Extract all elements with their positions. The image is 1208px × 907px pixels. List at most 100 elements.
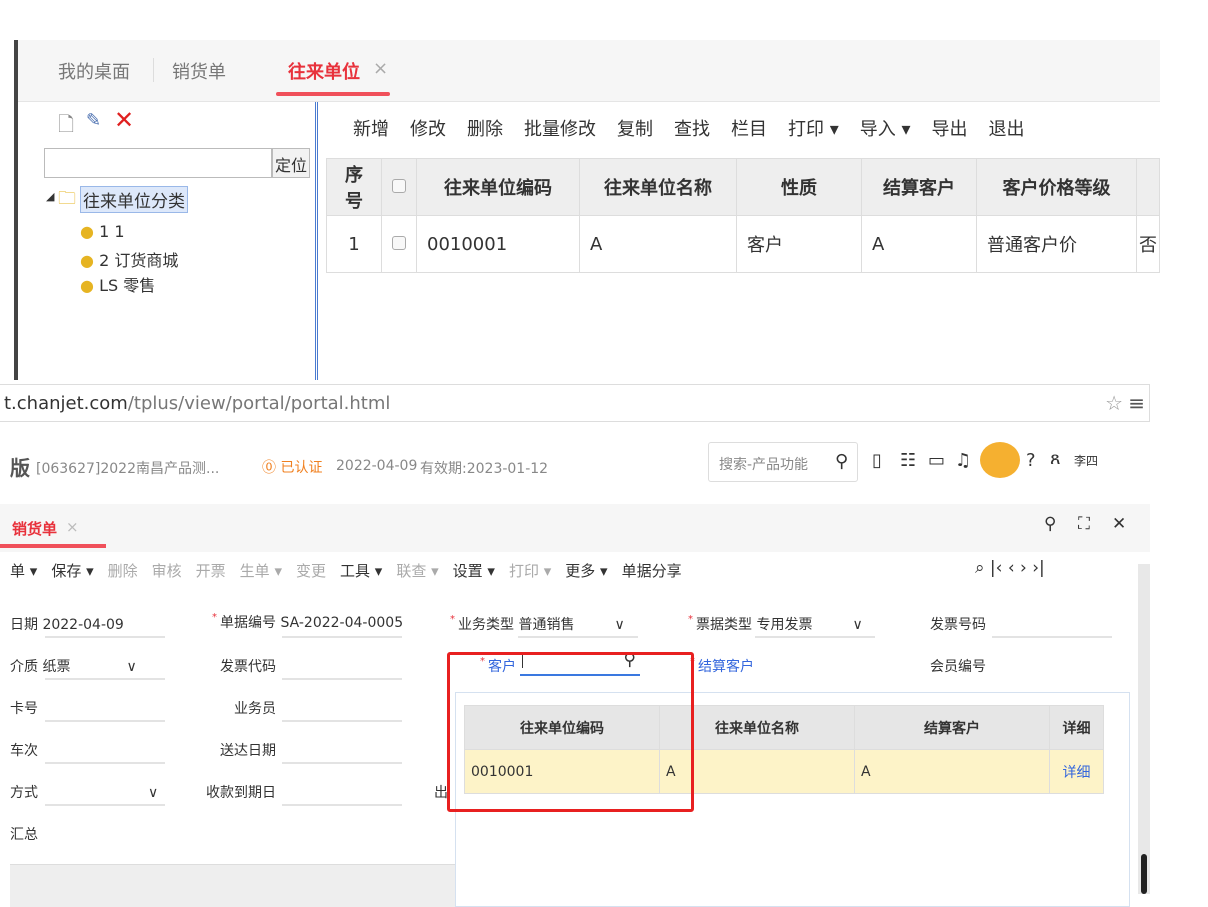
detail-link[interactable]: 详细 xyxy=(1049,749,1104,794)
invoice-no-field[interactable] xyxy=(992,636,1112,638)
cell[interactable]: A xyxy=(854,749,1050,794)
col-price-level[interactable]: 客户价格等级 xyxy=(976,158,1137,216)
tree-root[interactable]: 往来单位分类 xyxy=(80,186,188,213)
due-date-field[interactable] xyxy=(282,804,402,806)
batch-edit-button[interactable]: 批量修改 xyxy=(524,119,596,140)
search-input[interactable]: 搜索-产品功能 xyxy=(719,454,808,474)
row-checkbox-cell[interactable] xyxy=(381,215,417,273)
trip-field[interactable] xyxy=(45,762,165,764)
doc-menu[interactable]: 单 ▾ xyxy=(10,562,37,580)
menu-icon[interactable]: ≡ xyxy=(1128,391,1145,415)
salesman-label: 业务员 xyxy=(234,701,276,717)
cut-label: 出 xyxy=(434,785,448,801)
settle-customer-label[interactable]: 结算客户 xyxy=(690,656,754,676)
expand-icon[interactable]: ◢ xyxy=(46,190,54,203)
customer-service-mascot-icon[interactable] xyxy=(980,442,1020,478)
task-list-icon[interactable]: ☷ xyxy=(900,450,916,471)
bell-icon[interactable]: ♫ xyxy=(955,450,971,471)
tree-search-input[interactable] xyxy=(44,148,272,178)
invoice-code-field[interactable] xyxy=(282,678,402,680)
login-date: 2022-04-09 xyxy=(336,458,418,474)
method-select[interactable] xyxy=(45,804,165,806)
audit-button[interactable]: 审核 xyxy=(152,562,182,580)
locate-button[interactable]: 定位 xyxy=(272,148,310,178)
search-icon[interactable]: ⚲ xyxy=(835,451,848,472)
col-type[interactable]: 性质 xyxy=(736,158,862,216)
message-icon[interactable]: ▭ xyxy=(928,450,945,471)
import-menu[interactable]: 导入 ▾ xyxy=(860,119,911,140)
export-button[interactable]: 导出 xyxy=(932,119,968,140)
delete-button[interactable]: 删除 xyxy=(467,119,503,140)
partner-units-window: 我的桌面 销货单 往来单位 × 🗋 ✎ ✕ 定位 ◢ 🗀 往来单位分类 ● 1 … xyxy=(14,40,1160,380)
query-menu[interactable]: 联查 ▾ xyxy=(396,562,438,580)
cell: 否 xyxy=(1136,215,1160,273)
search-icon[interactable]: ⚲ xyxy=(1044,514,1056,534)
new-file-icon[interactable]: 🗋 xyxy=(58,110,74,144)
print-menu[interactable]: 打印 ▾ xyxy=(509,562,551,580)
tools-menu[interactable]: 工具 ▾ xyxy=(340,562,382,580)
invoice-button[interactable]: 开票 xyxy=(196,562,226,580)
tab-bar: 我的桌面 销货单 往来单位 × xyxy=(18,40,1160,102)
close-tab-icon[interactable]: × xyxy=(66,518,79,536)
biz-type-select[interactable]: 普通销售 xyxy=(518,617,574,633)
tree-item[interactable]: ● 2 订货商城 xyxy=(80,247,178,271)
trip-label: 车次 xyxy=(10,743,38,759)
select-all-checkbox[interactable] xyxy=(392,178,406,193)
find-button[interactable]: 查找 xyxy=(674,119,710,140)
salesman-field[interactable] xyxy=(282,720,402,722)
help-icon[interactable]: ? xyxy=(1026,450,1036,471)
scrollbar-thumb[interactable] xyxy=(1141,854,1147,894)
tree-item[interactable]: ● LS 零售 xyxy=(80,272,155,296)
card-field[interactable] xyxy=(45,720,165,722)
account-name[interactable]: [063627]2022南昌产品测... xyxy=(36,458,219,478)
doc-no-label: 单据编号 xyxy=(220,615,276,631)
share-button[interactable]: 单据分享 xyxy=(622,562,682,580)
col-select[interactable] xyxy=(381,158,417,216)
search-box[interactable]: 搜索-产品功能 ⚲ xyxy=(708,442,858,482)
edit-icon[interactable]: ✎ xyxy=(86,110,101,131)
print-menu[interactable]: 打印 ▾ xyxy=(788,119,839,140)
col-code[interactable]: 往来单位编码 xyxy=(416,158,580,216)
tab-partner-units[interactable]: 往来单位 xyxy=(276,58,390,96)
tree-item[interactable]: ● 1 1 xyxy=(80,222,125,241)
tab-sales-order[interactable]: 销货单 xyxy=(172,58,226,84)
address-bar[interactable]: t.chanjet.com/tplus/view/portal/portal.h… xyxy=(0,384,1150,422)
close-icon[interactable]: ✕ xyxy=(1112,514,1126,534)
invoice-type-label: 票据类型 xyxy=(696,617,752,633)
row-checkbox[interactable] xyxy=(392,235,406,250)
columns-button[interactable]: 栏目 xyxy=(731,119,767,140)
invoice-type-select[interactable]: 专用发票 xyxy=(756,617,812,633)
generate-menu[interactable]: 生单 ▾ xyxy=(240,562,282,580)
doc-no-field[interactable]: SA-2022-04-0005 xyxy=(280,615,403,631)
user-icon[interactable]: ጸ xyxy=(1050,448,1061,469)
summary-label: 汇总 xyxy=(10,827,38,843)
close-tab-icon[interactable]: × xyxy=(373,58,388,79)
settings-menu[interactable]: 设置 ▾ xyxy=(453,562,495,580)
save-menu[interactable]: 保存 ▾ xyxy=(51,562,93,580)
add-button[interactable]: 新增 xyxy=(353,119,389,140)
copy-button[interactable]: 复制 xyxy=(617,119,653,140)
scrollbar[interactable] xyxy=(1138,564,1150,894)
delete-button[interactable]: 删除 xyxy=(108,562,138,580)
record-navigation[interactable]: ⌕ |‹ ‹ › ›| xyxy=(975,558,1045,578)
bookmark-star-icon[interactable]: ☆ xyxy=(1105,391,1123,415)
col-settle[interactable]: 结算客户 xyxy=(861,158,977,216)
exit-button[interactable]: 退出 xyxy=(989,119,1025,140)
change-button[interactable]: 变更 xyxy=(296,562,326,580)
delivery-date-field[interactable] xyxy=(282,762,402,764)
table-row[interactable]: 1 0010001 A 客户 A 普通客户价 否 xyxy=(326,215,1160,273)
user-name[interactable]: 李四 xyxy=(1074,452,1098,469)
col-name[interactable]: 往来单位名称 xyxy=(579,158,737,216)
date-field[interactable]: 2022-04-09 xyxy=(42,617,123,633)
col-index: 序号 xyxy=(326,158,382,216)
medium-select[interactable]: 纸票 xyxy=(42,659,70,675)
more-menu[interactable]: 更多 ▾ xyxy=(565,562,607,580)
maximize-icon[interactable]: ⛶ xyxy=(1078,514,1090,534)
cell: 0010001 xyxy=(416,215,580,273)
edit-button[interactable]: 修改 xyxy=(410,119,446,140)
delete-icon[interactable]: ✕ xyxy=(114,106,134,134)
detail-table-header xyxy=(10,864,455,907)
tab-sales-order[interactable]: 销货单 xyxy=(12,518,57,539)
calculator-icon[interactable]: ▯ xyxy=(872,450,882,471)
tab-my-desktop[interactable]: 我的桌面 xyxy=(58,58,130,84)
